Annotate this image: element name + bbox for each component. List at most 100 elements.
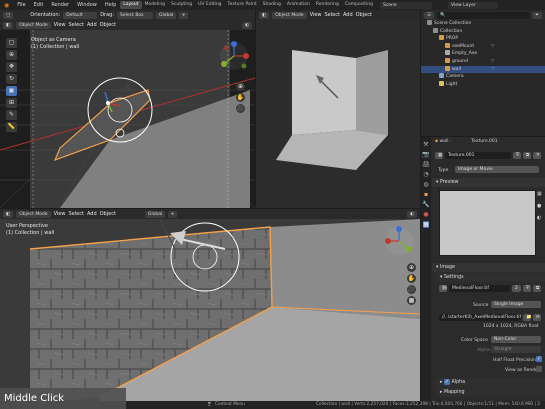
output-tab-icon[interactable]: 🖨 bbox=[422, 161, 430, 168]
color-space-dropdown[interactable]: Non-Color bbox=[491, 336, 541, 343]
menu-view[interactable]: View bbox=[54, 211, 66, 218]
menu-add[interactable]: Add bbox=[343, 12, 353, 19]
blender-logo-icon[interactable]: ◉ bbox=[0, 2, 13, 9]
workspace-tab-shading[interactable]: Shading bbox=[260, 1, 284, 9]
camera-view-icon[interactable]: 🎥 bbox=[407, 285, 416, 294]
menu-add[interactable]: Add bbox=[87, 22, 97, 29]
alpha-checkbox[interactable]: ✓ bbox=[443, 378, 450, 385]
navigation-gizmo[interactable] bbox=[218, 40, 250, 80]
preview-both-icon[interactable]: ◐ bbox=[537, 215, 542, 221]
menu-view[interactable]: View bbox=[310, 12, 322, 19]
editor-type-icon[interactable]: ◧ bbox=[259, 11, 270, 19]
select-tool-icon[interactable]: ▢ bbox=[6, 38, 17, 48]
pan-hand-icon[interactable]: ✋ bbox=[407, 274, 416, 283]
workspace-tab-layout[interactable]: Layout bbox=[120, 1, 142, 9]
image-panel-header[interactable]: ▾ Image bbox=[432, 263, 545, 272]
menu-add[interactable]: Add bbox=[87, 211, 97, 218]
duplicate-icon[interactable]: ⧉ bbox=[523, 152, 531, 159]
orientation-dropdown[interactable]: Default bbox=[63, 11, 98, 19]
alpha-subpanel-header[interactable]: ▸ ✓ Alpha bbox=[436, 378, 545, 387]
outliner-item-camera[interactable]: Camera bbox=[421, 73, 545, 81]
transform-orientation-dropdown[interactable]: Global bbox=[144, 210, 166, 218]
viewport-shading-icon[interactable]: ◐ bbox=[242, 21, 252, 29]
unlink-icon[interactable]: ✕ bbox=[533, 152, 541, 159]
modifier-icon[interactable]: ▽ bbox=[491, 43, 494, 51]
filter-icon[interactable]: ⏷ bbox=[532, 11, 542, 19]
world-tab-icon[interactable]: ◍ bbox=[423, 181, 428, 188]
object-mode-dropdown[interactable]: Object Mode bbox=[272, 11, 307, 19]
workspace-tab-uv-editing[interactable]: UV Editing bbox=[195, 1, 224, 9]
cursor-tool-icon[interactable]: ⊕ bbox=[6, 50, 17, 60]
image-browse-icon[interactable]: 🖼 bbox=[439, 285, 447, 292]
drag-dropdown[interactable]: Select Box bbox=[117, 11, 154, 19]
zoom-icon[interactable]: ⊕ bbox=[236, 82, 245, 91]
alpha-mode-dropdown[interactable]: Straight bbox=[491, 346, 541, 353]
pan-hand-icon[interactable]: ✋ bbox=[236, 93, 245, 102]
transform-orientation-dropdown[interactable]: Global bbox=[156, 11, 177, 19]
folder-browse-icon[interactable]: 📁 bbox=[523, 314, 531, 321]
viewport-shading-icon[interactable]: ◐ bbox=[407, 210, 417, 218]
source-dropdown[interactable]: Single Image bbox=[491, 301, 541, 308]
modifier-icon[interactable]: ▽ bbox=[491, 66, 494, 74]
preview-material-icon[interactable]: ● bbox=[537, 203, 542, 209]
navigation-gizmo[interactable] bbox=[383, 225, 415, 261]
menu-window[interactable]: Window bbox=[73, 2, 101, 8]
mapping-subpanel-header[interactable]: ▸ Mapping bbox=[436, 388, 545, 397]
menu-select[interactable]: Select bbox=[69, 22, 84, 29]
settings-subpanel-header[interactable]: ▾ Settings bbox=[436, 273, 545, 282]
workspace-tab-modeling[interactable]: Modeling bbox=[142, 1, 168, 9]
outliner-item-empty-axe[interactable]: Empty_Axe bbox=[421, 50, 545, 58]
half-float-checkbox[interactable]: ✓ bbox=[536, 356, 542, 362]
menu-help[interactable]: Help bbox=[101, 2, 120, 8]
scale-tool-icon[interactable]: ▣ bbox=[6, 86, 17, 96]
menu-view[interactable]: View bbox=[54, 22, 66, 29]
texture-name-field[interactable]: Texture.001 bbox=[445, 152, 511, 159]
image-new-icon[interactable]: ⧉ bbox=[533, 285, 541, 292]
object-tab-icon[interactable]: ▪ bbox=[424, 191, 428, 198]
tool-tab-icon[interactable]: ⚒ bbox=[423, 141, 428, 148]
editor-type-icon[interactable]: ◧ bbox=[3, 21, 14, 29]
scene-selector[interactable]: Scene bbox=[380, 1, 433, 9]
camera-view-icon[interactable]: 🎥 bbox=[236, 104, 245, 113]
viewport-bottom[interactable]: ◧ Object Mode View Select Add Object Glo… bbox=[0, 209, 420, 401]
preview-texture-icon[interactable]: ▦ bbox=[537, 191, 542, 197]
view-as-render-checkbox[interactable] bbox=[536, 366, 542, 372]
rotate-tool-icon[interactable]: ↻ bbox=[6, 74, 17, 84]
snap-icon[interactable]: ⌖ bbox=[168, 210, 177, 218]
menu-select[interactable]: Select bbox=[325, 12, 340, 19]
menu-render[interactable]: Render bbox=[47, 2, 73, 8]
texture-browse-icon[interactable]: ▦ bbox=[435, 152, 443, 159]
menu-edit[interactable]: Edit bbox=[30, 2, 48, 8]
outliner-item-collection[interactable]: Collection bbox=[421, 27, 545, 36]
editor-type-icon[interactable]: ◧ bbox=[3, 210, 14, 218]
material-tab-icon[interactable]: ● bbox=[423, 211, 428, 218]
outliner-search-input[interactable]: 🔍 bbox=[437, 11, 530, 19]
menu-file[interactable]: File bbox=[13, 2, 29, 8]
outliner-item-ground[interactable]: ground ▽ bbox=[421, 57, 545, 66]
snap-icon[interactable]: ⌖ bbox=[179, 11, 188, 19]
measure-tool-icon[interactable]: 📏 bbox=[6, 122, 17, 132]
workspace-tab-sculpting[interactable]: Sculpting bbox=[168, 1, 195, 9]
menu-object[interactable]: Object bbox=[100, 211, 116, 218]
outliner-root[interactable]: Scene Collection bbox=[421, 20, 545, 28]
modifier-tab-icon[interactable]: 🔧 bbox=[422, 201, 429, 208]
reload-icon[interactable]: ⟳ bbox=[533, 314, 541, 321]
zoom-icon[interactable]: ⊕ bbox=[407, 263, 416, 272]
workspace-tab-texture-paint[interactable]: Texture Paint bbox=[225, 1, 260, 9]
perspective-toggle-icon[interactable]: ▦ bbox=[407, 296, 416, 305]
object-mode-dropdown[interactable]: Object Mode bbox=[16, 210, 51, 218]
outliner-item-light[interactable]: Light bbox=[421, 80, 545, 89]
fake-user-icon[interactable]: ⛨ bbox=[513, 152, 521, 159]
transform-tool-icon[interactable]: ⊞ bbox=[6, 98, 17, 108]
menu-select[interactable]: Select bbox=[69, 211, 84, 218]
view-layer-selector[interactable]: View Layer bbox=[448, 1, 499, 9]
menu-object[interactable]: Object bbox=[356, 12, 372, 19]
texture-tab-icon[interactable]: ▦ bbox=[423, 221, 429, 228]
object-mode-dropdown[interactable]: Object Mode bbox=[16, 21, 51, 29]
outliner-item-wall[interactable]: wall ▽ bbox=[421, 65, 545, 74]
annotate-tool-icon[interactable]: ✎ bbox=[6, 110, 17, 120]
modifier-icon[interactable]: ▽ bbox=[491, 58, 494, 66]
tool-select-icon[interactable]: ▢ bbox=[3, 11, 14, 19]
image-filepath-field[interactable]: //..\starterKit\_Axe\MedievalFloor.tif bbox=[439, 314, 521, 321]
workspace-tab-rendering[interactable]: Rendering bbox=[313, 1, 342, 9]
